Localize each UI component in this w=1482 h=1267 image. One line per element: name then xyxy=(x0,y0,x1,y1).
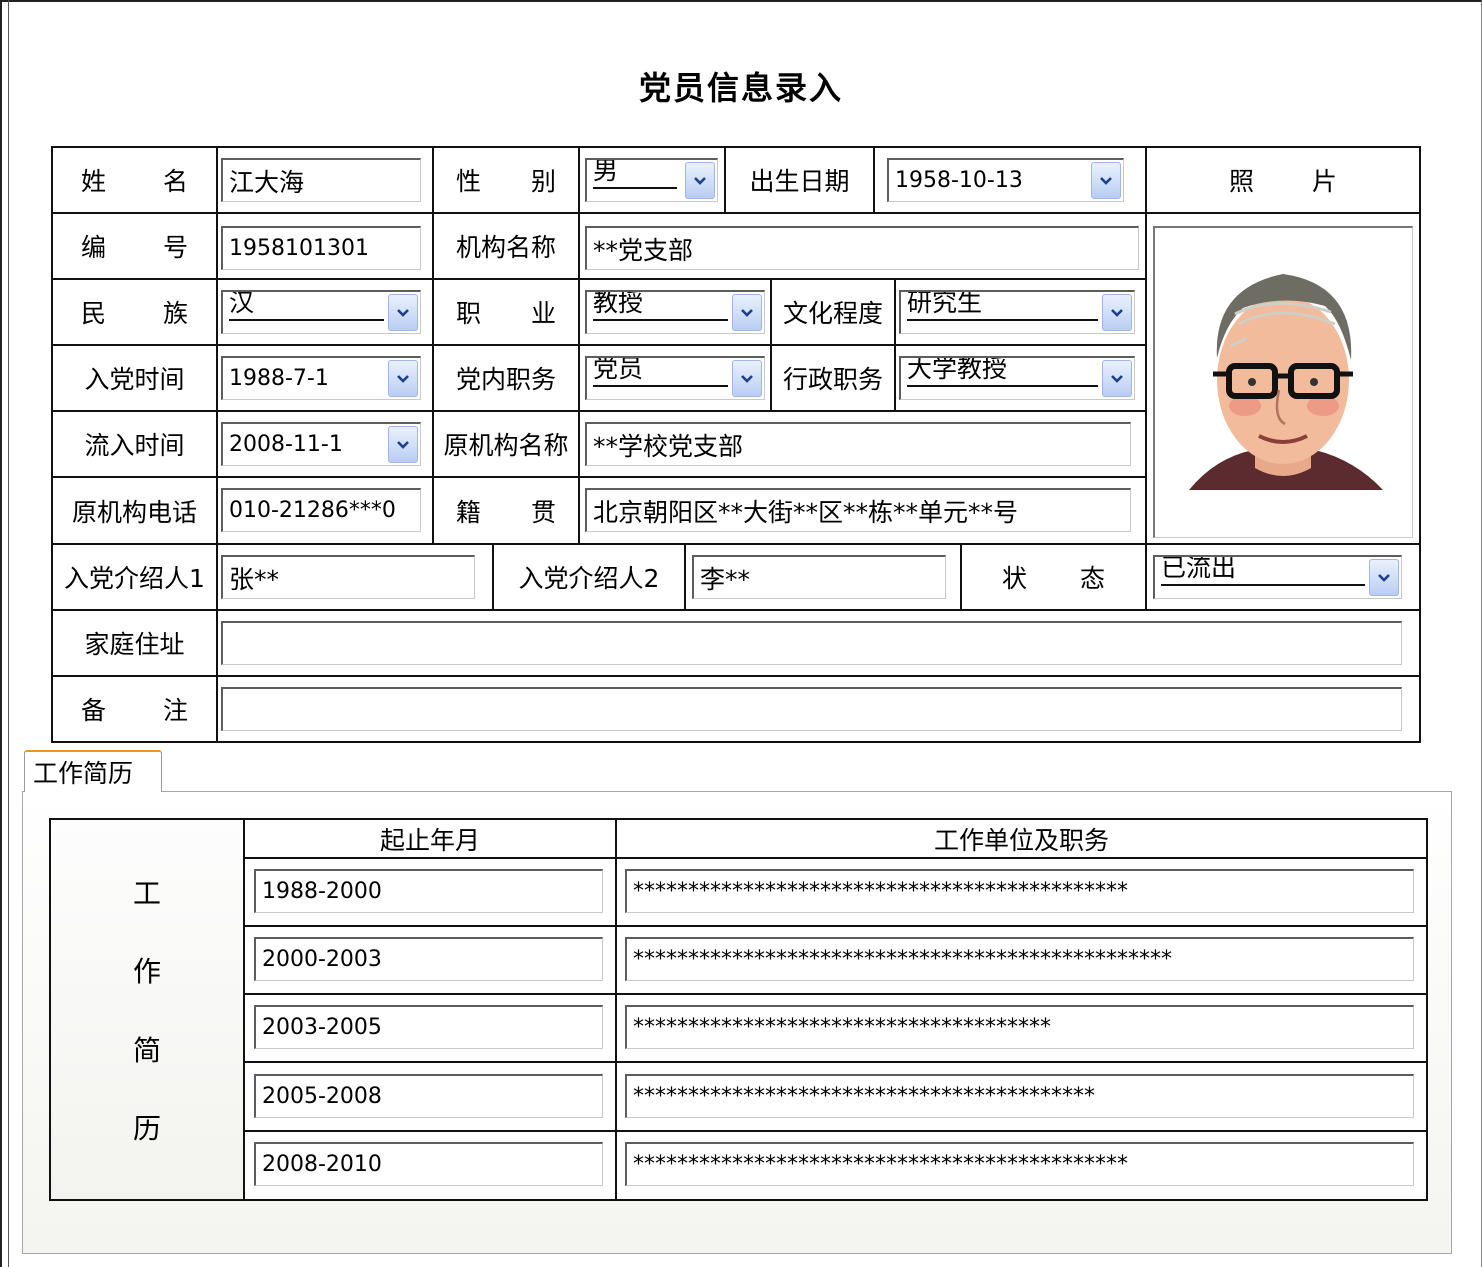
label-orig-org: 原机构名称 xyxy=(443,431,569,460)
label-inflow-date: 流入时间 xyxy=(84,431,185,460)
inflow-date-value: 2008-11-1 xyxy=(229,432,343,457)
label-org-name: 机构名称 xyxy=(455,233,556,262)
join-date-picker[interactable]: 1988-7-1 xyxy=(221,356,421,400)
tab-work-history[interactable]: 工作简历 xyxy=(24,750,162,792)
party-duty-select[interactable]: 党员 xyxy=(585,356,765,400)
label-education: 文化程度 xyxy=(782,299,883,328)
history-unit-input[interactable]: ****************************************… xyxy=(625,937,1414,981)
side-label-char: 作 xyxy=(132,955,161,988)
occupation-select[interactable]: 教授 xyxy=(585,290,765,334)
label-name: 姓名 xyxy=(81,167,188,196)
side-label-char: 历 xyxy=(132,1112,161,1145)
gender-value: 男 xyxy=(593,160,677,189)
chevron-down-icon[interactable] xyxy=(732,360,762,397)
label-introducer1: 入党介绍人1 xyxy=(64,564,205,593)
inflow-date-picker[interactable]: 2008-11-1 xyxy=(221,422,421,466)
chevron-down-icon[interactable] xyxy=(685,162,715,199)
home-address-input[interactable] xyxy=(221,621,1402,665)
label-gender: 性别 xyxy=(456,167,556,196)
side-label-char: 工 xyxy=(132,877,161,910)
frame-inner-edge xyxy=(8,0,9,1267)
history-unit-input[interactable]: ****************************************… xyxy=(625,1074,1414,1118)
chevron-down-icon[interactable] xyxy=(388,426,418,463)
number-input[interactable]: 1958101301 xyxy=(221,226,421,270)
gender-select[interactable]: 男 xyxy=(585,158,718,202)
ethnic-select[interactable]: 汉 xyxy=(221,290,421,334)
label-introducer2: 入党介绍人2 xyxy=(518,564,660,593)
side-label-char: 简 xyxy=(132,1034,161,1067)
chevron-down-icon[interactable] xyxy=(732,294,762,331)
party-duty-value: 党员 xyxy=(593,358,728,387)
photo-box[interactable] xyxy=(1153,226,1413,538)
label-native: 籍贯 xyxy=(456,497,556,527)
label-orig-phone: 原机构电话 xyxy=(71,497,197,527)
label-photo: 照片 xyxy=(1229,167,1337,196)
label-number: 编号 xyxy=(81,233,188,262)
label-home-address: 家庭住址 xyxy=(84,630,185,659)
label-remark: 备注 xyxy=(81,696,188,725)
history-period-input[interactable]: 1988-2000 xyxy=(254,869,603,913)
chevron-down-icon[interactable] xyxy=(388,294,418,331)
history-period-input[interactable]: 2003-2005 xyxy=(254,1005,603,1049)
ethnic-value: 汉 xyxy=(229,292,384,321)
label-ethnic: 民族 xyxy=(81,299,188,328)
chevron-down-icon[interactable] xyxy=(1102,360,1132,397)
orig-phone-input[interactable]: 010-21286***0 xyxy=(221,488,421,532)
org-name-input[interactable]: **党支部 xyxy=(585,226,1139,270)
col-header-unit: 工作单位及职务 xyxy=(933,825,1109,855)
status-select[interactable]: 已流出 xyxy=(1153,555,1402,599)
history-unit-input[interactable]: ************************************** xyxy=(625,1005,1414,1049)
education-select[interactable]: 研究生 xyxy=(899,290,1135,334)
person-portrait-icon xyxy=(1189,274,1383,490)
introducer2-input[interactable]: 李** xyxy=(692,555,946,599)
education-value: 研究生 xyxy=(907,292,1098,321)
label-birth: 出生日期 xyxy=(749,167,850,196)
join-date-value: 1988-7-1 xyxy=(229,366,329,391)
label-status: 状态 xyxy=(1002,564,1105,593)
history-period-input[interactable]: 2008-2010 xyxy=(254,1142,603,1186)
status-value: 已流出 xyxy=(1161,557,1365,586)
admin-duty-value: 大学教授 xyxy=(907,358,1098,387)
birth-value: 1958-10-13 xyxy=(895,168,1023,193)
admin-duty-select[interactable]: 大学教授 xyxy=(899,356,1135,400)
label-join-date: 入党时间 xyxy=(84,365,185,394)
chevron-down-icon[interactable] xyxy=(1369,559,1399,596)
orig-org-input[interactable]: **学校党支部 xyxy=(585,422,1131,466)
page-title: 党员信息录入 xyxy=(638,69,843,107)
history-unit-input[interactable]: ****************************************… xyxy=(625,1142,1414,1186)
history-period-input[interactable]: 2000-2003 xyxy=(254,937,603,981)
label-party-duty: 党内职务 xyxy=(455,365,556,394)
introducer1-input[interactable]: 张** xyxy=(221,555,475,599)
chevron-down-icon[interactable] xyxy=(1102,294,1132,331)
history-period-input[interactable]: 2005-2008 xyxy=(254,1074,603,1118)
native-input[interactable]: 北京朝阳区**大街**区**栋**单元**号 xyxy=(585,488,1131,532)
remark-input[interactable] xyxy=(221,687,1402,731)
history-unit-input[interactable]: ****************************************… xyxy=(625,869,1414,913)
label-occupation: 职业 xyxy=(456,299,556,328)
birth-date-picker[interactable]: 1958-10-13 xyxy=(887,158,1124,202)
label-admin-duty: 行政职务 xyxy=(782,365,883,394)
chevron-down-icon[interactable] xyxy=(1091,162,1121,199)
chevron-down-icon[interactable] xyxy=(388,360,418,397)
col-header-period: 起止年月 xyxy=(379,825,480,855)
name-input[interactable]: 江大海 xyxy=(221,158,421,202)
occupation-value: 教授 xyxy=(593,292,728,321)
